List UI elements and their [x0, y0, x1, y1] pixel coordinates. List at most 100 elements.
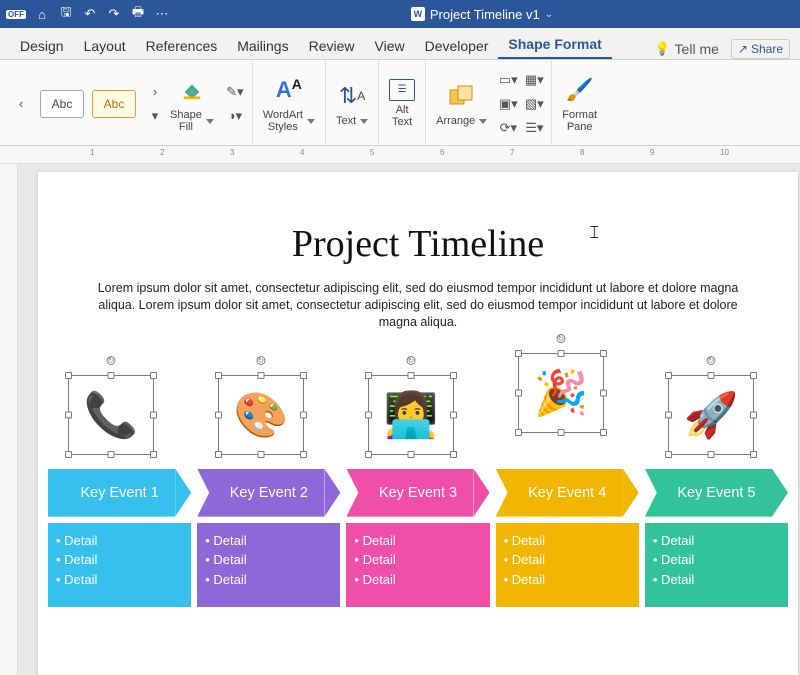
print-icon[interactable]: 🖶 [130, 6, 146, 22]
tab-view[interactable]: View [365, 32, 415, 59]
tellme-icon[interactable]: 💡 [654, 41, 670, 57]
resize-handle[interactable] [108, 451, 115, 458]
resize-handle[interactable] [665, 372, 672, 379]
home-icon[interactable]: ⌂ [34, 6, 50, 22]
resize-handle[interactable] [258, 372, 265, 379]
rotate-handle-icon[interactable] [257, 356, 266, 365]
align-icon[interactable]: ▭▾ [497, 69, 519, 91]
horizontal-ruler[interactable]: 1 2 3 4 5 6 7 8 9 10 [0, 146, 800, 164]
page[interactable]: 𝙸 Project Timeline Lorem ipsum dolor sit… [38, 172, 798, 675]
resize-handle[interactable] [65, 451, 72, 458]
resize-handle[interactable] [750, 411, 757, 418]
timeline-details-1[interactable]: DetailDetailDetail [48, 523, 191, 608]
document-title[interactable]: Project Timeline v1 [430, 7, 540, 22]
resize-handle[interactable] [258, 451, 265, 458]
alt-text-button[interactable]: ☰ Alt Text [385, 79, 419, 128]
tab-references[interactable]: References [136, 32, 228, 59]
rotate-handle-icon[interactable] [557, 334, 566, 343]
timeline-arrow-4[interactable]: Key Event 4 [496, 469, 639, 517]
rotate-handle-icon[interactable] [707, 356, 716, 365]
resize-handle[interactable] [408, 372, 415, 379]
resize-handle[interactable] [408, 451, 415, 458]
resize-handle[interactable] [450, 411, 457, 418]
tab-layout[interactable]: Layout [74, 32, 136, 59]
arrange-button[interactable]: Arrange [432, 80, 491, 127]
resize-handle[interactable] [450, 451, 457, 458]
group-objects-icon[interactable]: ▣▾ [497, 93, 519, 115]
resize-handle[interactable] [300, 451, 307, 458]
resize-handle[interactable] [365, 451, 372, 458]
timeline-emoji-shape-4[interactable]: 🎉 [518, 353, 604, 433]
rotate-icon[interactable]: ⟳▾ [497, 117, 519, 139]
rotate-handle-icon[interactable] [407, 356, 416, 365]
shape-effects-icon[interactable]: ◑▾ [224, 105, 246, 127]
resize-handle[interactable] [108, 372, 115, 379]
shape-style-preset-2[interactable]: Abc [88, 90, 140, 118]
tellme-label[interactable]: Tell me [675, 41, 719, 57]
shape-style-preset-1[interactable]: Abc [36, 90, 88, 118]
selection-pane-icon[interactable]: ☰▾ [523, 117, 545, 139]
resize-handle[interactable] [215, 451, 222, 458]
resize-handle[interactable] [600, 429, 607, 436]
resize-handle[interactable] [750, 451, 757, 458]
tab-design[interactable]: Design [10, 32, 74, 59]
resize-handle[interactable] [300, 411, 307, 418]
timeline-details-5[interactable]: DetailDetailDetail [645, 523, 788, 608]
resize-handle[interactable] [215, 372, 222, 379]
resize-handle[interactable] [300, 372, 307, 379]
timeline-emoji-shape-5[interactable]: 🚀 [668, 375, 754, 455]
resize-handle[interactable] [150, 372, 157, 379]
resize-handle[interactable] [150, 411, 157, 418]
resize-handle[interactable] [665, 411, 672, 418]
chevron-down-icon[interactable]: ⌄ [545, 9, 553, 20]
text-button[interactable]: ⇅A Text [332, 80, 372, 127]
tab-shape-format[interactable]: Shape Format [498, 30, 611, 59]
resize-handle[interactable] [365, 372, 372, 379]
tab-mailings[interactable]: Mailings [227, 32, 298, 59]
share-button[interactable]: ↗ Share [731, 39, 790, 59]
timeline-emoji-shape-2[interactable]: 🎨 [218, 375, 304, 455]
undo-icon[interactable]: ↶ [82, 6, 98, 22]
resize-handle[interactable] [665, 451, 672, 458]
resize-handle[interactable] [150, 451, 157, 458]
save-icon[interactable]: 🖫 [58, 6, 74, 22]
rotate-handle-icon[interactable] [107, 356, 116, 365]
resize-handle[interactable] [558, 429, 565, 436]
shape-outline-icon[interactable]: ✎▾ [224, 81, 246, 103]
timeline-emoji-shape-3[interactable]: 👩‍💻 [368, 375, 454, 455]
gallery-expand-icon[interactable]: ▾ [144, 105, 166, 127]
gallery-left-icon[interactable]: ‹ [10, 93, 32, 115]
timeline-arrow-5[interactable]: Key Event 5 [645, 469, 788, 517]
timeline-details-4[interactable]: DetailDetailDetail [496, 523, 639, 608]
tab-developer[interactable]: Developer [415, 32, 499, 59]
tab-review[interactable]: Review [299, 32, 365, 59]
resize-handle[interactable] [515, 389, 522, 396]
resize-handle[interactable] [600, 350, 607, 357]
send-backward-icon[interactable]: ▧▾ [523, 93, 545, 115]
page-body-text[interactable]: Lorem ipsum dolor sit amet, consectetur … [78, 280, 758, 331]
redo-icon[interactable]: ↷ [106, 6, 122, 22]
resize-handle[interactable] [65, 411, 72, 418]
autosave-badge[interactable]: OFF [6, 10, 26, 19]
resize-handle[interactable] [515, 429, 522, 436]
timeline-arrow-2[interactable]: Key Event 2 [197, 469, 340, 517]
bring-forward-icon[interactable]: ▦▾ [523, 69, 545, 91]
timeline-arrow-1[interactable]: Key Event 1 [48, 469, 191, 517]
resize-handle[interactable] [558, 350, 565, 357]
resize-handle[interactable] [708, 451, 715, 458]
page-title[interactable]: Project Timeline [48, 222, 788, 266]
wordart-button[interactable]: AA WordArt Styles [259, 74, 319, 133]
resize-handle[interactable] [708, 372, 715, 379]
format-pane-button[interactable]: 🖌️ Format Pane [558, 74, 601, 133]
resize-handle[interactable] [515, 350, 522, 357]
timeline-emoji-shape-1[interactable]: 📞 [68, 375, 154, 455]
timeline-arrow-3[interactable]: Key Event 3 [346, 469, 489, 517]
timeline-details-3[interactable]: DetailDetailDetail [346, 523, 489, 608]
gallery-right-icon[interactable]: › [144, 81, 166, 103]
more-icon[interactable]: ⋯ [154, 6, 170, 22]
resize-handle[interactable] [750, 372, 757, 379]
resize-handle[interactable] [365, 411, 372, 418]
vertical-ruler[interactable] [0, 164, 18, 675]
shape-fill-button[interactable]: Shape Fill [166, 74, 218, 133]
resize-handle[interactable] [65, 372, 72, 379]
